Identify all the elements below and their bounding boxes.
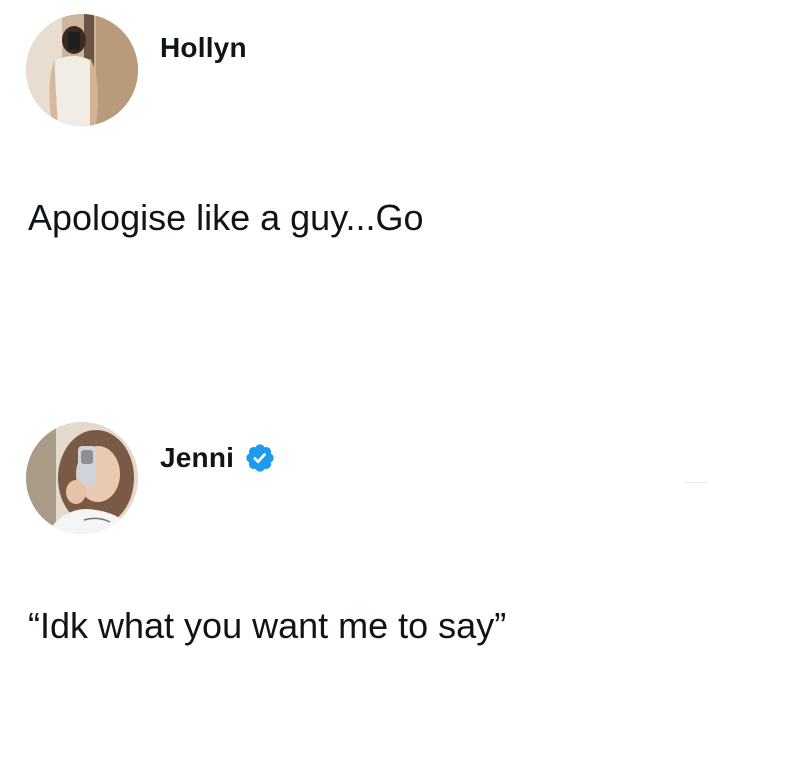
divider: [685, 482, 707, 483]
avatar-hollyn[interactable]: [26, 14, 138, 126]
author-row: Hollyn: [160, 30, 247, 66]
avatar-image: [26, 422, 138, 534]
post-jenni: Jenni “Idk what you want me to say”: [0, 410, 795, 750]
author-row: Jenni: [160, 440, 276, 476]
post-hollyn: Hollyn Apologise like a guy...Go: [0, 0, 795, 300]
post-text: Apologise like a guy...Go: [28, 197, 424, 238]
avatar-jenni[interactable]: [26, 422, 138, 534]
author-name[interactable]: Hollyn: [160, 30, 247, 66]
avatar-image: [26, 14, 138, 126]
verified-badge-icon: [246, 444, 274, 472]
author-name[interactable]: Jenni: [160, 440, 234, 476]
post-text: “Idk what you want me to say”: [28, 605, 507, 646]
